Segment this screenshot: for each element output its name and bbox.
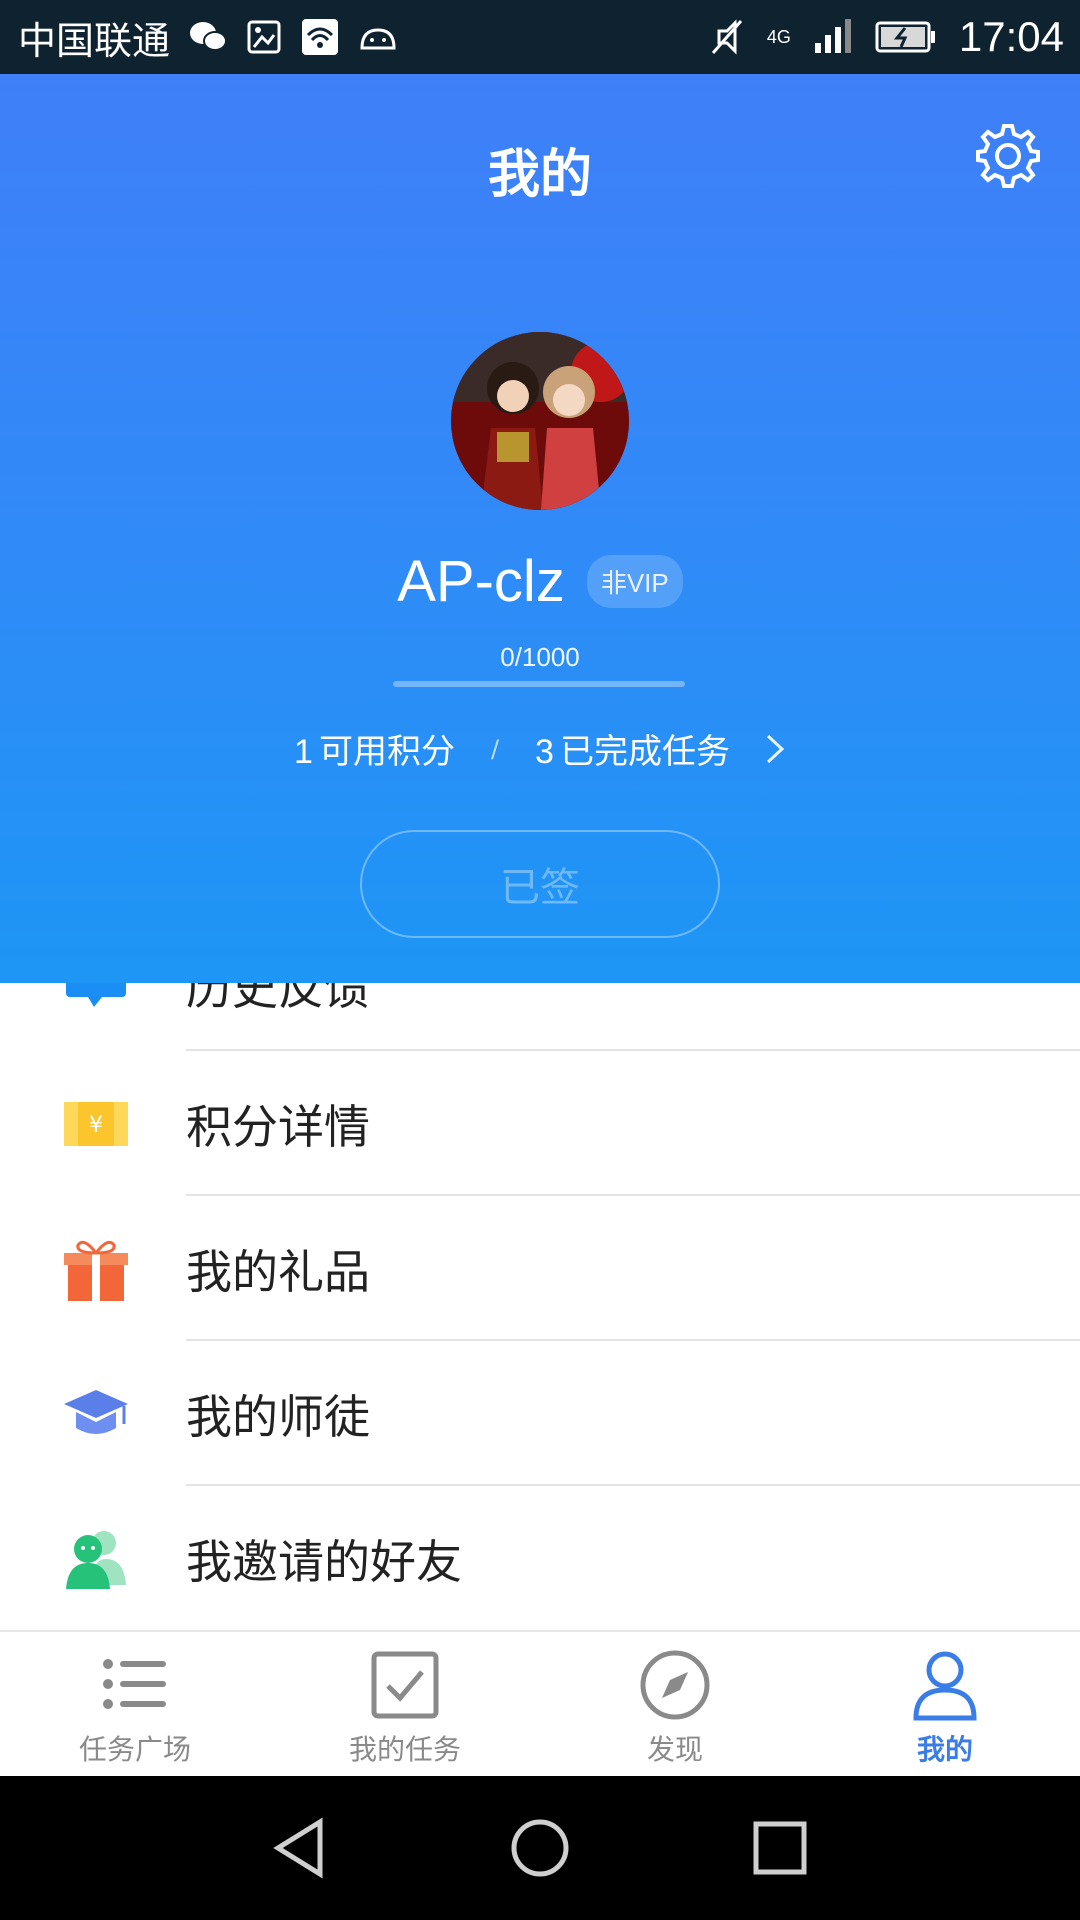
tab-label: 任务广场 [78, 1733, 191, 1766]
vip-badge[interactable]: 非VIP [586, 555, 683, 608]
chevron-right-icon[interactable] [764, 732, 786, 766]
profile-header: 我的 AP-clz 非VIP 0/1000 1 可用积分 / 3 已完成任务 已… [0, 74, 1080, 983]
tab-me[interactable]: 我的 [810, 1632, 1080, 1778]
avatar-image [451, 332, 629, 510]
notification-icons [188, 17, 398, 57]
menu-item-points-detail[interactable]: ¥ 积分详情 [0, 1051, 1080, 1196]
gear-icon[interactable] [972, 120, 1044, 192]
bottom-navigation: 任务广场 我的任务 发现 我的 [0, 1630, 1080, 1778]
menu-item-my-mentorship[interactable]: 我的师徒 [0, 1341, 1080, 1486]
svg-text:¥: ¥ [89, 1113, 103, 1138]
tab-task-square[interactable]: 任务广场 [0, 1632, 270, 1778]
points-label: 可用积分 [318, 732, 455, 772]
menu-label: 历史反馈 [186, 983, 370, 1015]
gift-icon [64, 1240, 128, 1301]
compass-icon [640, 1650, 710, 1720]
stats-separator: / [490, 734, 500, 763]
android-icon [360, 28, 396, 50]
menu-item-my-gifts[interactable]: 我的礼品 [0, 1196, 1080, 1341]
page-title: 我的 [487, 145, 592, 205]
battery-icon [875, 21, 935, 53]
tab-label: 发现 [646, 1733, 703, 1766]
username: AP-clz [397, 549, 565, 614]
menu-item-invited-friends[interactable]: 我邀请的好友 [0, 1486, 1080, 1631]
points-stat[interactable]: 1 可用积分 [294, 724, 455, 773]
carrier-name: 中国联通 [18, 20, 171, 63]
system-status: 4G 17:04 [709, 0, 1064, 74]
menu-label: 积分详情 [186, 1099, 370, 1154]
tab-discover[interactable]: 发现 [540, 1632, 810, 1778]
menu-label: 我邀请的好友 [186, 1534, 462, 1589]
menu-item-history-feedback[interactable]: 历史反馈 [0, 983, 1080, 1051]
system-navigation-bar [0, 1776, 1080, 1920]
image-icon [247, 20, 281, 54]
stats-row[interactable]: 1 可用积分 / 3 已完成任务 [0, 724, 1080, 773]
wechat-icon [190, 22, 228, 51]
back-icon[interactable] [264, 1812, 336, 1884]
points-value: 1 [294, 733, 313, 771]
status-bar: 中国联通 4G 17:04 [0, 0, 1080, 74]
clock: 17:04 [958, 13, 1064, 60]
progress-text: 0/1000 [500, 642, 580, 672]
tasks-value: 3 [535, 733, 554, 771]
tasks-stat[interactable]: 3 已完成任务 [535, 724, 730, 773]
ticket-icon: ¥ [64, 1101, 128, 1146]
mute-icon [711, 19, 743, 55]
person-icon [913, 1651, 977, 1721]
sign-in-button[interactable]: 已签 [360, 830, 720, 938]
checkbox-icon [371, 1651, 439, 1719]
signal-icon [814, 19, 851, 53]
tab-label: 我的 [916, 1733, 973, 1766]
tab-my-tasks[interactable]: 我的任务 [270, 1632, 540, 1778]
friends-icon [66, 1530, 126, 1589]
wifi-icon [302, 19, 339, 55]
chat-icon [66, 983, 126, 1007]
list-icon [103, 1659, 166, 1709]
menu-label: 我的师徒 [186, 1389, 370, 1444]
network-type: 4G [766, 26, 791, 47]
recents-icon[interactable] [744, 1812, 816, 1884]
menu-label: 我的礼品 [186, 1244, 370, 1299]
home-icon[interactable] [504, 1812, 576, 1884]
graduation-cap-icon [64, 1389, 128, 1434]
tasks-label: 已完成任务 [559, 732, 730, 772]
username-row: AP-clz 非VIP [0, 548, 1080, 615]
tab-label: 我的任务 [348, 1733, 461, 1766]
avatar[interactable] [451, 332, 629, 510]
progress-bar [393, 681, 685, 687]
